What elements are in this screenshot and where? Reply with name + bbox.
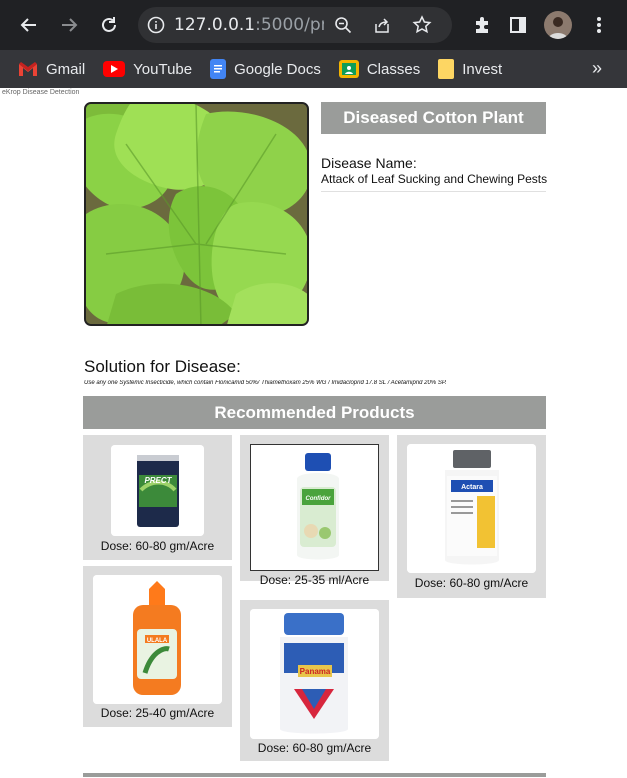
divider (321, 191, 546, 192)
zoom-icon[interactable] (324, 16, 362, 34)
product-card[interactable]: Actara Dose: 60-80 gm/Acre (397, 435, 546, 598)
docs-icon (210, 59, 227, 79)
share-icon[interactable] (362, 16, 402, 34)
disease-name-value: Attack of Leaf Sucking and Chewing Pests (321, 172, 548, 186)
product-card[interactable]: ULALA Dose: 25-40 gm/Acre (83, 566, 232, 727)
product-dose: Dose: 60-80 gm/Acre (257, 741, 372, 755)
reload-icon[interactable] (95, 11, 123, 39)
product-brand-text: Panama (300, 667, 331, 676)
bookmarks-bar: Gmail YouTube Google Docs Classes Invest… (0, 50, 627, 88)
bookmark-label: YouTube (133, 60, 193, 78)
bookmark-label: Google Docs (234, 60, 321, 78)
more-bookmarks-chevron-icon[interactable]: » (592, 58, 602, 79)
bookmark-google-docs[interactable]: Google Docs (210, 55, 321, 83)
browser-toolbar: 127.0.0.1:5000/pr... (0, 0, 627, 50)
product-image-ulala: ULALA (93, 575, 222, 704)
product-image-prect: PRECT (111, 445, 204, 536)
product-card[interactable]: Confidor Dose: 25-35 ml/Acre (240, 435, 389, 587)
disease-name-label: Disease Name: (321, 155, 417, 171)
product-dose: Dose: 60-80 gm/Acre (414, 576, 529, 590)
product-card[interactable]: Panama Dose: 60-80 gm/Acre (240, 600, 389, 761)
side-panel-icon[interactable] (504, 11, 532, 39)
product-card[interactable]: PRECT Dose: 60-80 gm/Acre (83, 435, 232, 560)
bookmark-invest[interactable]: Invest (438, 55, 502, 83)
site-info-icon[interactable] (138, 16, 174, 34)
cotton-plant-image (84, 102, 309, 326)
bookmark-gmail[interactable]: Gmail (18, 55, 85, 83)
product-brand-text: Confidor (306, 496, 332, 502)
bookmark-classes[interactable]: Classes (338, 55, 421, 83)
product-dose: Dose: 25-40 gm/Acre (100, 706, 215, 720)
gmail-icon (18, 60, 38, 78)
folder-icon (438, 59, 455, 79)
solution-text: Use any one Systemic Insecticide, which … (84, 380, 447, 386)
bottom-divider (83, 773, 546, 777)
extensions-icon[interactable] (468, 11, 496, 39)
bookmark-star-icon[interactable] (402, 15, 442, 35)
url-text[interactable]: 127.0.0.1:5000/pr... (174, 15, 324, 35)
url-path: :5000/pr... (255, 15, 324, 35)
youtube-icon (103, 61, 126, 77)
page-content: eKrop Disease Detection Diseased Cotton … (0, 88, 627, 778)
product-brand-text: Actara (461, 484, 483, 491)
bookmark-label: Gmail (46, 60, 86, 78)
product-image-actara: Actara (407, 444, 536, 573)
product-brand-text: PRECT (144, 476, 172, 485)
plant-title-header: Diseased Cotton Plant (321, 102, 546, 134)
address-bar[interactable]: 127.0.0.1:5000/pr... (138, 7, 452, 43)
classroom-icon (338, 60, 359, 78)
bookmark-youtube[interactable]: YouTube (103, 55, 192, 83)
bookmark-label: Invest (462, 60, 503, 78)
back-arrow-icon[interactable] (15, 11, 43, 39)
forward-arrow-icon[interactable] (55, 11, 83, 39)
product-dose: Dose: 25-35 ml/Acre (259, 573, 370, 587)
product-image-panama: Panama (250, 609, 379, 739)
product-dose: Dose: 60-80 gm/Acre (100, 539, 215, 553)
broken-logo-image: eKrop Disease Detection (2, 89, 80, 96)
product-image-confidor: Confidor (250, 444, 379, 571)
url-host: 127.0.0.1 (174, 15, 256, 35)
menu-kebab-icon[interactable] (585, 11, 613, 39)
recommended-products-header: Recommended Products (83, 396, 546, 429)
profile-avatar[interactable] (544, 11, 572, 39)
solution-heading: Solution for Disease: (84, 357, 241, 376)
bookmark-label: Classes (366, 60, 421, 78)
product-brand-text: ULALA (147, 638, 168, 644)
